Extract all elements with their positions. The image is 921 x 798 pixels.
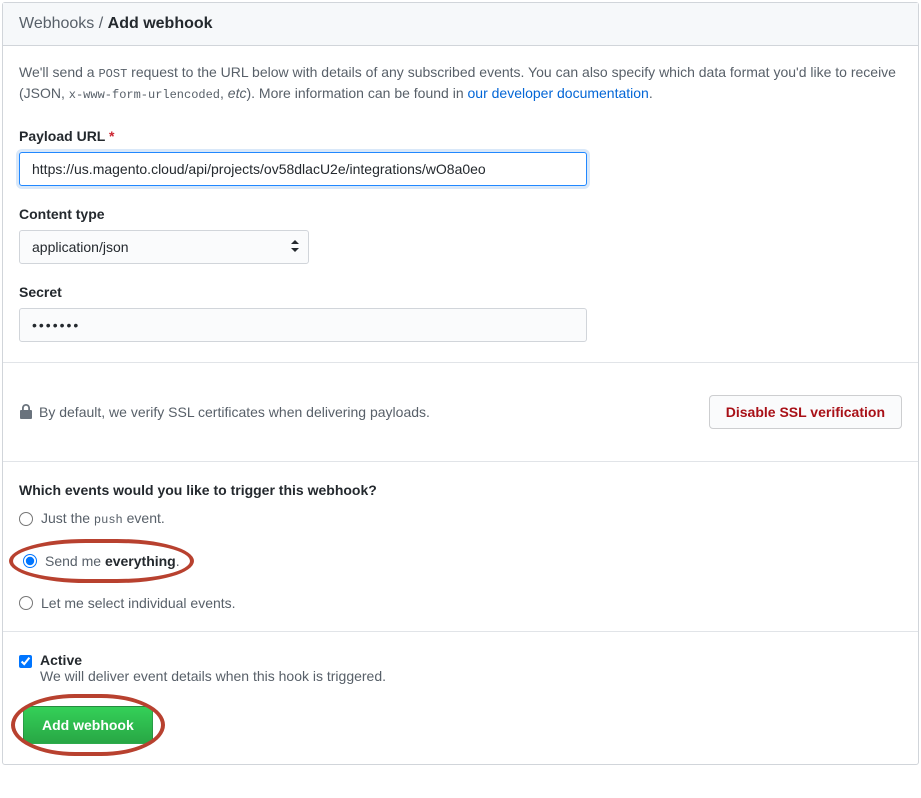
developer-docs-link[interactable]: our developer documentation	[468, 85, 649, 101]
radio-just-push-label: Just the push event.	[41, 510, 165, 527]
radio-just-push[interactable]	[19, 512, 33, 526]
divider	[3, 631, 918, 632]
ssl-verify-text: By default, we verify SSL certificates w…	[39, 404, 430, 420]
add-webhook-button[interactable]: Add webhook	[23, 706, 153, 744]
payload-url-label: Payload URL *	[19, 128, 902, 144]
radio-everything[interactable]	[23, 554, 37, 568]
secret-label: Secret	[19, 284, 902, 300]
divider	[3, 461, 918, 462]
radio-individual[interactable]	[19, 596, 33, 610]
active-checkbox[interactable]	[19, 655, 32, 668]
breadcrumb-parent[interactable]: Webhooks	[19, 15, 94, 32]
radio-everything-label: Send me everything.	[45, 553, 180, 569]
divider	[3, 362, 918, 363]
intro-text: We'll send a POST request to the URL bel…	[19, 62, 902, 104]
active-description: We will deliver event details when this …	[40, 668, 386, 684]
active-label: Active	[40, 652, 386, 668]
webhook-form-panel: Webhooks / Add webhook We'll send a POST…	[2, 2, 919, 765]
secret-input[interactable]	[19, 308, 587, 342]
content-type-select[interactable]: application/json	[19, 230, 309, 264]
breadcrumb: Webhooks / Add webhook	[3, 3, 918, 46]
content-type-label: Content type	[19, 206, 902, 222]
radio-individual-label: Let me select individual events.	[41, 595, 236, 611]
lock-icon	[19, 404, 33, 420]
breadcrumb-current: Add webhook	[108, 15, 213, 32]
disable-ssl-button[interactable]: Disable SSL verification	[709, 395, 902, 429]
events-question: Which events would you like to trigger t…	[19, 482, 902, 498]
payload-url-input[interactable]	[19, 152, 587, 186]
